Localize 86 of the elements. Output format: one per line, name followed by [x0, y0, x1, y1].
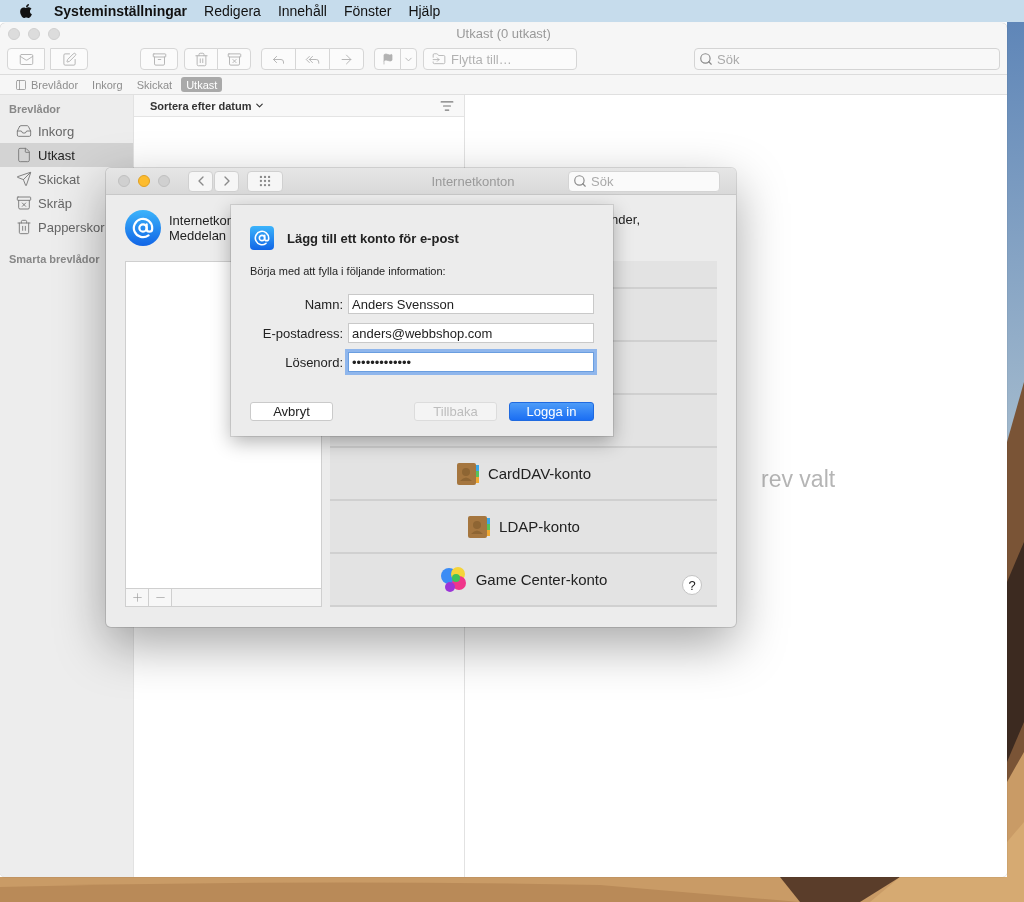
provider-row[interactable]: LDAP-konto [330, 501, 717, 554]
get-mail-button[interactable] [7, 48, 45, 70]
provider-label: Game Center-konto [475, 571, 608, 588]
caret-icon [254, 100, 266, 111]
menu-item[interactable]: Systeminställningar [54, 3, 188, 19]
trash-icon [16, 219, 32, 235]
forward-icon [339, 51, 354, 67]
apple-icon[interactable] [18, 3, 34, 19]
search-icon [699, 52, 713, 66]
plus-icon [130, 591, 144, 604]
sidebar-item-label: Utkast [38, 147, 75, 163]
move-icon [432, 52, 446, 66]
filter-icon[interactable] [440, 98, 454, 113]
sidebar-item[interactable]: Papperskor [0, 215, 133, 239]
at-sign-icon [125, 210, 161, 246]
compose-button[interactable] [50, 48, 88, 70]
zoom-button[interactable] [48, 27, 60, 40]
input-field[interactable]: ••••••••••••• [348, 352, 594, 372]
section-heading: Brevlådor [8, 102, 62, 117]
empty-message: rev valt [761, 466, 836, 492]
inbox-icon [16, 123, 32, 139]
reply-button[interactable] [261, 48, 296, 70]
bubbles-icon [439, 565, 468, 594]
junk-icon [226, 51, 242, 67]
archive-icon [151, 51, 167, 67]
sidebar-item-label: Skickat [38, 171, 80, 187]
close-button[interactable] [118, 175, 130, 187]
sidebar-item[interactable]: Skräp [0, 191, 133, 215]
junk-button[interactable] [217, 48, 251, 70]
menu-item[interactable]: Hjälp [408, 3, 441, 19]
flag-button[interactable] [374, 48, 401, 70]
provider-label: LDAP-konto [499, 518, 580, 535]
show-all-button[interactable] [247, 170, 283, 192]
provider-row[interactable]: Game Center-konto ? [330, 554, 717, 607]
search-field[interactable]: Sök [694, 48, 1000, 70]
sidebar-item-label: Inkorg [38, 123, 75, 139]
section-heading: Smarta brevlådor [8, 252, 101, 267]
description-text: Internetkon [169, 213, 235, 228]
minimize-button[interactable] [28, 27, 40, 40]
field-label: E-postadress: [261, 325, 343, 341]
sidebar-item[interactable]: Skickat [0, 167, 133, 191]
cancel-button[interactable]: Avbryt [250, 402, 333, 421]
address-book-icon [455, 461, 480, 486]
sidebar-item[interactable]: Inkorg [0, 119, 133, 143]
window-title: Internetkonton [430, 173, 516, 189]
compose-icon [61, 51, 77, 67]
input-field[interactable]: anders@webbshop.com [348, 323, 594, 343]
delete-button[interactable] [184, 48, 218, 70]
provider-label: CardDAV-konto [487, 465, 592, 482]
search-field[interactable]: Sök [568, 170, 720, 192]
at-sign-icon [250, 226, 274, 250]
document-icon [16, 147, 32, 163]
minimize-button[interactable] [138, 175, 150, 187]
zoom-button[interactable] [158, 175, 170, 187]
envelope-icon [18, 51, 34, 67]
provider-row[interactable]: CardDAV-konto [330, 448, 717, 501]
junk-icon [16, 195, 32, 211]
sidebar-item-label: Skräp [38, 195, 72, 211]
menu-item[interactable]: Fönster [343, 3, 392, 19]
flag-menu-button[interactable] [400, 48, 417, 70]
grid-icon [258, 174, 272, 188]
back-button[interactable] [188, 170, 213, 192]
intro-text: Börja med att fylla i följande information: [250, 265, 447, 277]
forward-button[interactable] [214, 170, 239, 192]
menu-item[interactable]: Innehåll [277, 3, 327, 19]
forward-button[interactable] [329, 48, 364, 70]
sidebar-item-label: Papperskor [38, 219, 105, 235]
field-label: Lösenord: [284, 354, 343, 370]
address-book-icon [467, 514, 492, 539]
help-button[interactable]: ? [682, 575, 702, 595]
field-label: Namn: [303, 296, 343, 312]
menu-item[interactable]: Redigera [204, 3, 261, 19]
archive-button[interactable] [140, 48, 178, 70]
window-title: Utkast (0 utkast) [455, 26, 552, 41]
search-icon [573, 174, 587, 188]
flag-icon [381, 53, 394, 65]
reply-all-button[interactable] [295, 48, 330, 70]
description-text: Meddelan [169, 228, 228, 243]
trash-icon [193, 51, 209, 67]
close-button[interactable] [8, 27, 20, 40]
paper-plane-icon [16, 171, 32, 187]
sign-in-button[interactable]: Logga in [509, 402, 594, 421]
sidebar-icon [15, 78, 27, 91]
sheet-title: Lägg till ett konto för e-post [287, 230, 459, 246]
input-field[interactable]: Anders Svensson [348, 294, 594, 314]
sidebar-item[interactable]: Utkast [0, 143, 133, 167]
